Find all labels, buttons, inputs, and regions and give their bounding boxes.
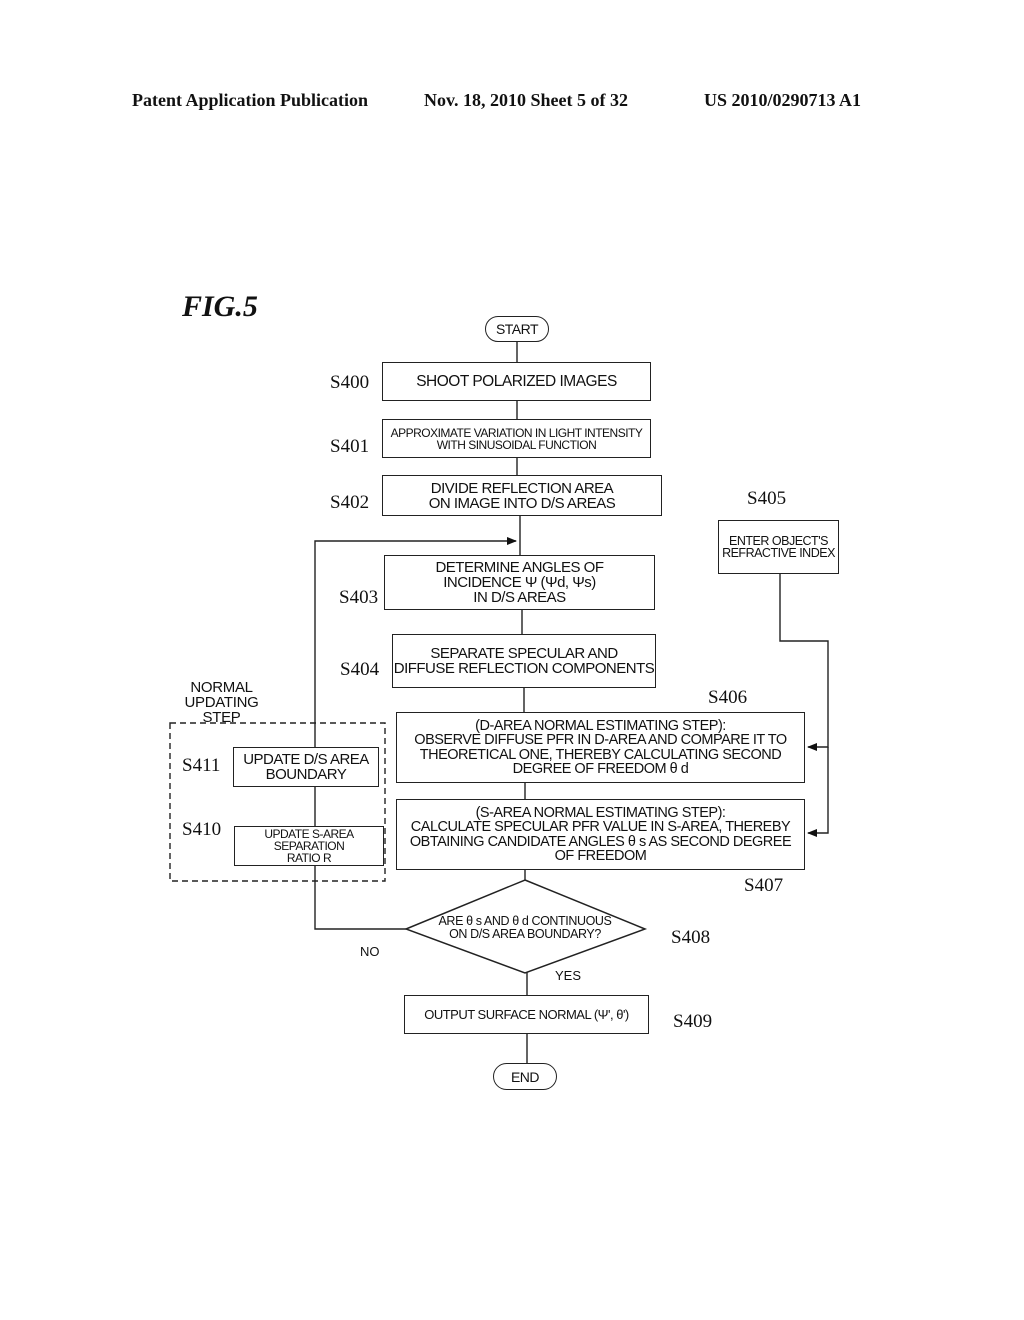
step-id-s404: S404 xyxy=(340,659,380,680)
step-text-s401: APPROXIMATE VARIATION IN LIGHT INTENSITY… xyxy=(390,425,643,452)
step-text-s411: UPDATE D/S AREA BOUNDARY xyxy=(243,751,369,783)
no-label: NO xyxy=(360,944,380,959)
step-id-s402: S402 xyxy=(330,492,370,513)
step-id-s407: S407 xyxy=(744,875,784,896)
step-box-s403: DETERMINE ANGLES OF INCIDENCE Ψ (Ψd, Ψs)… xyxy=(384,555,655,610)
step-text-s403: DETERMINE ANGLES OF INCIDENCE Ψ (Ψd, Ψs)… xyxy=(435,559,604,606)
step-box-s407: (S-AREA NORMAL ESTIMATING STEP): CALCULA… xyxy=(396,799,805,870)
step-id-s400: S400 xyxy=(330,372,370,393)
start-terminal: START xyxy=(485,316,549,342)
step-id-s406: S406 xyxy=(708,687,748,708)
step-text-s402: DIVIDE REFLECTION AREA ON IMAGE INTO D/S… xyxy=(428,479,616,512)
step-id-s405: S405 xyxy=(747,488,787,509)
step-text-s407: (S-AREA NORMAL ESTIMATING STEP): CALCULA… xyxy=(409,804,792,864)
step-box-s400: SHOOT POLARIZED IMAGES xyxy=(382,362,651,401)
step-box-s409: OUTPUT SURFACE NORMAL (Ψ', θ') xyxy=(404,995,649,1034)
step-id-s408: S408 xyxy=(671,927,711,948)
step-id-s403: S403 xyxy=(339,587,379,608)
step-text-s409: OUTPUT SURFACE NORMAL (Ψ', θ') xyxy=(424,1007,629,1022)
step-box-s405: ENTER OBJECT'S REFRACTIVE INDEX xyxy=(718,520,839,574)
step-id-s409: S409 xyxy=(673,1011,713,1032)
step-text-s408: ARE θ s AND θ d CONTINUOUS ON D/S AREA B… xyxy=(438,914,612,942)
step-id-s411: S411 xyxy=(182,755,221,776)
end-terminal: END xyxy=(493,1063,557,1090)
yes-label: YES xyxy=(555,968,582,983)
step-text-s406: (D-AREA NORMAL ESTIMATING STEP): OBSERVE… xyxy=(414,717,787,777)
step-text-s404: SEPARATE SPECULAR AND DIFFUSE REFLECTION… xyxy=(393,645,655,677)
step-id-s410: S410 xyxy=(182,819,222,840)
normal-updating-step-label: NORMAL UPDATING STEP xyxy=(184,679,259,726)
step-box-s401: APPROXIMATE VARIATION IN LIGHT INTENSITY… xyxy=(382,419,651,458)
step-box-s410: UPDATE S-AREA SEPARATION RATIO R xyxy=(234,826,384,866)
end-label: END xyxy=(510,1068,540,1085)
step-box-s411: UPDATE D/S AREA BOUNDARY xyxy=(233,747,379,787)
step-box-s402: DIVIDE REFLECTION AREA ON IMAGE INTO D/S… xyxy=(382,475,662,516)
step-text-s410: UPDATE S-AREA SEPARATION RATIO R xyxy=(264,827,354,865)
step-id-s401: S401 xyxy=(330,436,370,457)
step-text-s400: SHOOT POLARIZED IMAGES xyxy=(416,372,617,390)
step-box-s406: (D-AREA NORMAL ESTIMATING STEP): OBSERVE… xyxy=(396,712,805,783)
step-box-s404: SEPARATE SPECULAR AND DIFFUSE REFLECTION… xyxy=(392,634,656,688)
connector-s405-s407 xyxy=(807,747,829,837)
step-text-s405: ENTER OBJECT'S REFRACTIVE INDEX xyxy=(722,533,835,560)
start-label: START xyxy=(495,321,539,337)
